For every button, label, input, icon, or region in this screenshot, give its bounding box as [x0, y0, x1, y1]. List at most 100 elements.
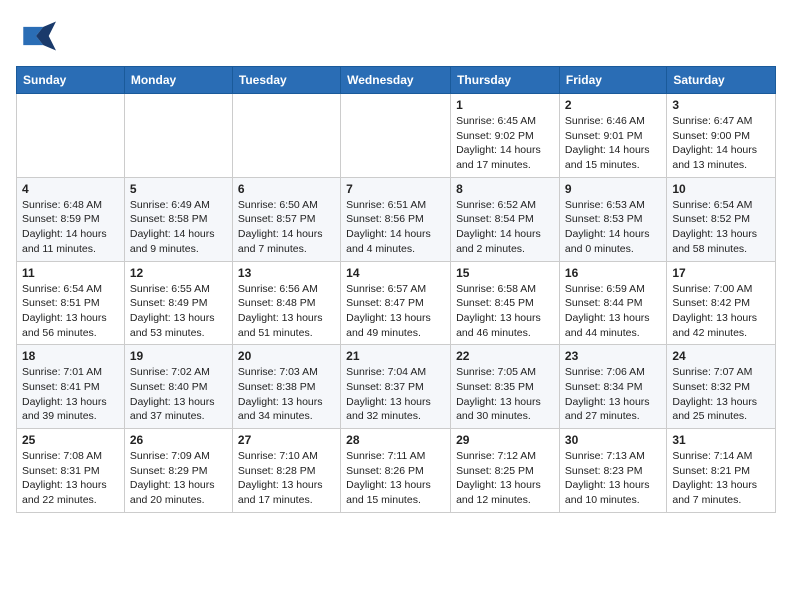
- calendar-cell: 31 Sunrise: 7:14 AM Sunset: 8:21 PM Dayli…: [667, 429, 776, 513]
- calendar-cell: 20Sunrise: 7:03 AM Sunset: 8:38 PM Dayli…: [232, 345, 340, 429]
- day-info: Sunrise: 7:12 AM Sunset: 8:25 PM Dayligh…: [456, 449, 554, 508]
- calendar-cell: 5 Sunrise: 6:49 AM Sunset: 8:58 PM Daylig…: [124, 177, 232, 261]
- day-info: Sunrise: 7:03 AM Sunset: 8:38 PM Dayligh…: [238, 365, 335, 424]
- day-header-sunday: Sunday: [17, 67, 125, 94]
- day-header-monday: Monday: [124, 67, 232, 94]
- day-number: 13: [238, 266, 335, 280]
- calendar-cell: 9 Sunrise: 6:53 AM Sunset: 8:53 PM Daylig…: [559, 177, 666, 261]
- calendar-week-row: 18 Sunrise: 7:01 AM Sunset: 8:41 PM Dayli…: [17, 345, 776, 429]
- day-number: 18: [22, 349, 119, 363]
- calendar-cell: 19Sunrise: 7:02 AM Sunset: 8:40 PM Dayli…: [124, 345, 232, 429]
- day-info: Sunrise: 7:02 AM Sunset: 8:40 PM Dayligh…: [130, 365, 227, 424]
- day-info: Sunrise: 6:53 AM Sunset: 8:53 PM Dayligh…: [565, 198, 661, 257]
- calendar-cell: 15 Sunrise: 6:58 AM Sunset: 8:45 PM Dayli…: [451, 261, 560, 345]
- calendar-week-row: 25 Sunrise: 7:08 AM Sunset: 8:31 PM Dayli…: [17, 429, 776, 513]
- page-header: [16, 16, 776, 56]
- day-number: 12: [130, 266, 227, 280]
- calendar-cell: [17, 94, 125, 178]
- day-info: Sunrise: 7:11 AM Sunset: 8:26 PM Dayligh…: [346, 449, 445, 508]
- day-info: Sunrise: 6:48 AM Sunset: 8:59 PM Dayligh…: [22, 198, 119, 257]
- day-info: Sunrise: 6:50 AM Sunset: 8:57 PM Dayligh…: [238, 198, 335, 257]
- calendar-cell: [341, 94, 451, 178]
- day-info: Sunrise: 7:10 AM Sunset: 8:28 PM Dayligh…: [238, 449, 335, 508]
- calendar-week-row: 11 Sunrise: 6:54 AM Sunset: 8:51 PM Dayli…: [17, 261, 776, 345]
- day-number: 17: [672, 266, 770, 280]
- calendar-cell: 3 Sunrise: 6:47 AM Sunset: 9:00 PM Daylig…: [667, 94, 776, 178]
- day-number: 11: [22, 266, 119, 280]
- calendar-table: SundayMondayTuesdayWednesdayThursdayFrid…: [16, 66, 776, 513]
- calendar-cell: 13 Sunrise: 6:56 AM Sunset: 8:48 PM Dayli…: [232, 261, 340, 345]
- day-info: Sunrise: 6:57 AM Sunset: 8:47 PM Dayligh…: [346, 282, 445, 341]
- day-number: 30: [565, 433, 661, 447]
- day-header-wednesday: Wednesday: [341, 67, 451, 94]
- calendar-cell: 21 Sunrise: 7:04 AM Sunset: 8:37 PM Dayli…: [341, 345, 451, 429]
- calendar-cell: 29Sunrise: 7:12 AM Sunset: 8:25 PM Dayli…: [451, 429, 560, 513]
- day-number: 16: [565, 266, 661, 280]
- day-info: Sunrise: 7:04 AM Sunset: 8:37 PM Dayligh…: [346, 365, 445, 424]
- logo: [16, 16, 62, 56]
- calendar-cell: [124, 94, 232, 178]
- calendar-cell: 6 Sunrise: 6:50 AM Sunset: 8:57 PM Daylig…: [232, 177, 340, 261]
- day-number: 27: [238, 433, 335, 447]
- calendar-cell: 25 Sunrise: 7:08 AM Sunset: 8:31 PM Dayli…: [17, 429, 125, 513]
- day-info: Sunrise: 7:09 AM Sunset: 8:29 PM Dayligh…: [130, 449, 227, 508]
- day-info: Sunrise: 6:52 AM Sunset: 8:54 PM Dayligh…: [456, 198, 554, 257]
- day-header-saturday: Saturday: [667, 67, 776, 94]
- calendar-cell: 16 Sunrise: 6:59 AM Sunset: 8:44 PM Dayli…: [559, 261, 666, 345]
- day-info: Sunrise: 6:54 AM Sunset: 8:51 PM Dayligh…: [22, 282, 119, 341]
- day-info: Sunrise: 6:54 AM Sunset: 8:52 PM Dayligh…: [672, 198, 770, 257]
- day-number: 21: [346, 349, 445, 363]
- day-number: 28: [346, 433, 445, 447]
- day-number: 22: [456, 349, 554, 363]
- calendar-week-row: 4 Sunrise: 6:48 AM Sunset: 8:59 PM Daylig…: [17, 177, 776, 261]
- calendar-cell: 17Sunrise: 7:00 AM Sunset: 8:42 PM Dayli…: [667, 261, 776, 345]
- day-info: Sunrise: 7:14 AM Sunset: 8:21 PM Dayligh…: [672, 449, 770, 508]
- day-info: Sunrise: 6:47 AM Sunset: 9:00 PM Dayligh…: [672, 114, 770, 173]
- day-info: Sunrise: 7:01 AM Sunset: 8:41 PM Dayligh…: [22, 365, 119, 424]
- day-info: Sunrise: 6:46 AM Sunset: 9:01 PM Dayligh…: [565, 114, 661, 173]
- day-info: Sunrise: 6:49 AM Sunset: 8:58 PM Dayligh…: [130, 198, 227, 257]
- calendar-cell: [232, 94, 340, 178]
- day-info: Sunrise: 7:07 AM Sunset: 8:32 PM Dayligh…: [672, 365, 770, 424]
- calendar-cell: 7Sunrise: 6:51 AM Sunset: 8:56 PM Daylig…: [341, 177, 451, 261]
- calendar-header-row: SundayMondayTuesdayWednesdayThursdayFrid…: [17, 67, 776, 94]
- day-info: Sunrise: 6:55 AM Sunset: 8:49 PM Dayligh…: [130, 282, 227, 341]
- day-number: 23: [565, 349, 661, 363]
- day-number: 25: [22, 433, 119, 447]
- calendar-cell: 8Sunrise: 6:52 AM Sunset: 8:54 PM Daylig…: [451, 177, 560, 261]
- calendar-cell: 10 Sunrise: 6:54 AM Sunset: 8:52 PM Dayli…: [667, 177, 776, 261]
- day-number: 4: [22, 182, 119, 196]
- day-info: Sunrise: 6:45 AM Sunset: 9:02 PM Dayligh…: [456, 114, 554, 173]
- calendar-cell: 23 Sunrise: 7:06 AM Sunset: 8:34 PM Dayli…: [559, 345, 666, 429]
- day-info: Sunrise: 6:58 AM Sunset: 8:45 PM Dayligh…: [456, 282, 554, 341]
- calendar-cell: 1 Sunrise: 6:45 AM Sunset: 9:02 PM Daylig…: [451, 94, 560, 178]
- calendar-cell: 14 Sunrise: 6:57 AM Sunset: 8:47 PM Dayli…: [341, 261, 451, 345]
- calendar-cell: 18 Sunrise: 7:01 AM Sunset: 8:41 PM Dayli…: [17, 345, 125, 429]
- day-header-friday: Friday: [559, 67, 666, 94]
- day-number: 31: [672, 433, 770, 447]
- day-info: Sunrise: 6:51 AM Sunset: 8:56 PM Dayligh…: [346, 198, 445, 257]
- day-info: Sunrise: 7:08 AM Sunset: 8:31 PM Dayligh…: [22, 449, 119, 508]
- calendar-cell: 26 Sunrise: 7:09 AM Sunset: 8:29 PM Dayli…: [124, 429, 232, 513]
- day-info: Sunrise: 6:56 AM Sunset: 8:48 PM Dayligh…: [238, 282, 335, 341]
- day-number: 24: [672, 349, 770, 363]
- calendar-cell: 2 Sunrise: 6:46 AM Sunset: 9:01 PM Daylig…: [559, 94, 666, 178]
- day-number: 3: [672, 98, 770, 112]
- day-number: 26: [130, 433, 227, 447]
- calendar-cell: 12 Sunrise: 6:55 AM Sunset: 8:49 PM Dayli…: [124, 261, 232, 345]
- calendar-cell: 22 Sunrise: 7:05 AM Sunset: 8:35 PM Dayli…: [451, 345, 560, 429]
- day-number: 6: [238, 182, 335, 196]
- day-number: 1: [456, 98, 554, 112]
- day-info: Sunrise: 6:59 AM Sunset: 8:44 PM Dayligh…: [565, 282, 661, 341]
- day-header-tuesday: Tuesday: [232, 67, 340, 94]
- day-info: Sunrise: 7:05 AM Sunset: 8:35 PM Dayligh…: [456, 365, 554, 424]
- day-number: 14: [346, 266, 445, 280]
- day-number: 10: [672, 182, 770, 196]
- day-info: Sunrise: 7:13 AM Sunset: 8:23 PM Dayligh…: [565, 449, 661, 508]
- day-info: Sunrise: 7:06 AM Sunset: 8:34 PM Dayligh…: [565, 365, 661, 424]
- calendar-week-row: 1 Sunrise: 6:45 AM Sunset: 9:02 PM Daylig…: [17, 94, 776, 178]
- day-number: 5: [130, 182, 227, 196]
- day-number: 9: [565, 182, 661, 196]
- day-number: 2: [565, 98, 661, 112]
- day-number: 15: [456, 266, 554, 280]
